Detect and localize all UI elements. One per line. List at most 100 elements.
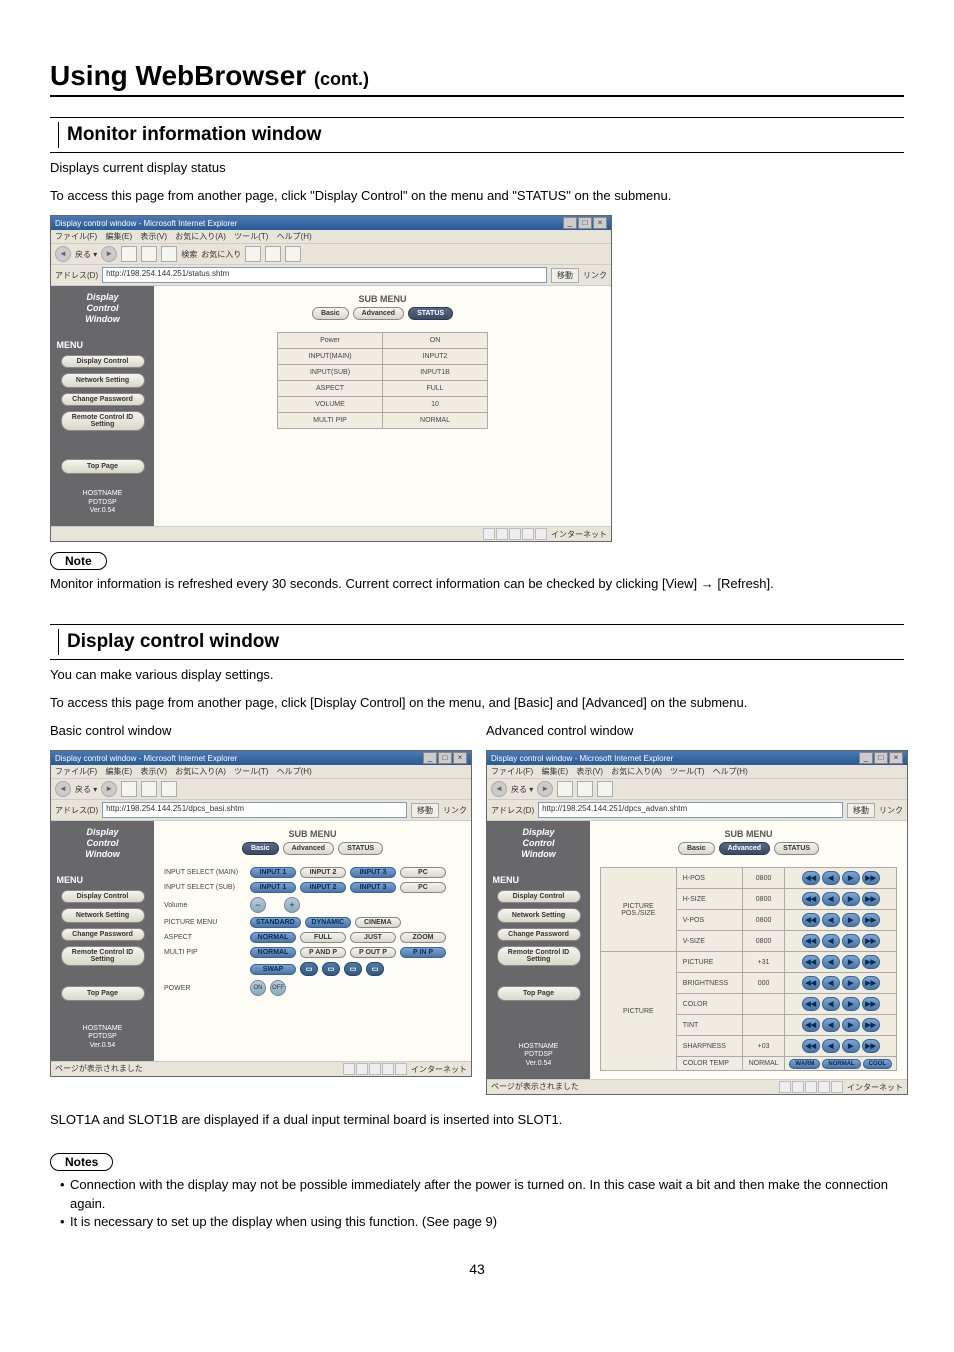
btn-hsize-fwd[interactable]: ▶ bbox=[842, 892, 860, 906]
btn-swap[interactable]: SWAP bbox=[250, 964, 296, 975]
btn-vsize-fwd[interactable]: ▶ bbox=[842, 934, 860, 948]
submenu-status[interactable]: STATUS bbox=[338, 842, 383, 855]
pip-layout-3-icon[interactable]: ▭ bbox=[344, 962, 362, 976]
btn-tint-ff[interactable]: ▶▶ bbox=[862, 1018, 880, 1032]
submenu-advanced[interactable]: Advanced bbox=[719, 842, 770, 855]
submenu-status[interactable]: STATUS bbox=[408, 307, 453, 320]
btn-brightness-fwd[interactable]: ▶ bbox=[842, 976, 860, 990]
address-input[interactable]: http://198.254.144.251/dpcs_basi.shtm bbox=[102, 802, 407, 818]
btn-brightness-back[interactable]: ◀ bbox=[822, 976, 840, 990]
stop-icon[interactable] bbox=[557, 781, 573, 797]
btn-picture-fwd[interactable]: ▶ bbox=[842, 955, 860, 969]
menu-tools[interactable]: ツール(T) bbox=[234, 767, 268, 776]
btn-pc-sub[interactable]: PC bbox=[400, 882, 446, 893]
menu-file[interactable]: ファイル(F) bbox=[55, 767, 97, 776]
sidebar-top-page[interactable]: Top Page bbox=[61, 459, 145, 474]
sidebar-item-display-control[interactable]: Display Control bbox=[61, 890, 145, 903]
btn-normal-temp[interactable]: NORMAL bbox=[822, 1059, 860, 1069]
go-button[interactable]: 移動 bbox=[551, 268, 579, 283]
sidebar-item-password[interactable]: Change Password bbox=[61, 928, 145, 941]
btn-cinema[interactable]: CINEMA bbox=[355, 917, 401, 928]
pip-layout-4-icon[interactable]: ▭ bbox=[366, 962, 384, 976]
back-button[interactable]: ◄ bbox=[55, 246, 71, 262]
btn-input1-sub[interactable]: INPUT 1 bbox=[250, 882, 296, 893]
btn-tint-fwd[interactable]: ▶ bbox=[842, 1018, 860, 1032]
home-icon[interactable] bbox=[161, 246, 177, 262]
sidebar-item-password[interactable]: Change Password bbox=[497, 928, 581, 941]
btn-color-rewind[interactable]: ◀◀ bbox=[802, 997, 820, 1011]
btn-pinp[interactable]: P IN P bbox=[400, 947, 446, 958]
btn-picture-ff[interactable]: ▶▶ bbox=[862, 955, 880, 969]
btn-input2-sub[interactable]: INPUT 2 bbox=[300, 882, 346, 893]
btn-normal[interactable]: NORMAL bbox=[250, 932, 296, 943]
btn-vpos-back[interactable]: ◀ bbox=[822, 913, 840, 927]
back-button[interactable]: ◄ bbox=[55, 781, 71, 797]
btn-vsize-rewind[interactable]: ◀◀ bbox=[802, 934, 820, 948]
stop-icon[interactable] bbox=[121, 246, 137, 262]
pip-layout-2-icon[interactable]: ▭ bbox=[322, 962, 340, 976]
btn-warm[interactable]: WARM bbox=[789, 1059, 820, 1069]
btn-brightness-ff[interactable]: ▶▶ bbox=[862, 976, 880, 990]
go-button[interactable]: 移動 bbox=[411, 803, 439, 818]
close-icon[interactable]: × bbox=[593, 217, 607, 229]
btn-cool[interactable]: COOL bbox=[863, 1059, 892, 1069]
btn-input3-sub[interactable]: INPUT 3 bbox=[350, 882, 396, 893]
pip-layout-1-icon[interactable]: ▭ bbox=[300, 962, 318, 976]
menu-view[interactable]: 表示(V) bbox=[140, 767, 167, 776]
btn-input2-main[interactable]: INPUT 2 bbox=[300, 867, 346, 878]
links-label[interactable]: リンク bbox=[583, 270, 607, 281]
menu-file[interactable]: ファイル(F) bbox=[491, 767, 533, 776]
menu-view[interactable]: 表示(V) bbox=[140, 232, 167, 241]
menu-tools[interactable]: ツール(T) bbox=[670, 767, 704, 776]
btn-tint-back[interactable]: ◀ bbox=[822, 1018, 840, 1032]
menu-fav[interactable]: お気に入り(A) bbox=[175, 767, 226, 776]
btn-vpos-ff[interactable]: ▶▶ bbox=[862, 913, 880, 927]
btn-zoom[interactable]: ZOOM bbox=[400, 932, 446, 943]
btn-hpos-fwd[interactable]: ▶ bbox=[842, 871, 860, 885]
btn-power-on[interactable]: ON bbox=[250, 980, 266, 996]
sidebar-item-display-control[interactable]: Display Control bbox=[497, 890, 581, 903]
btn-pip-normal[interactable]: NORMAL bbox=[250, 947, 296, 958]
btn-hsize-rewind[interactable]: ◀◀ bbox=[802, 892, 820, 906]
refresh-icon[interactable] bbox=[577, 781, 593, 797]
btn-pandp[interactable]: P AND P bbox=[300, 947, 346, 958]
refresh-icon[interactable] bbox=[141, 246, 157, 262]
btn-sharpness-back[interactable]: ◀ bbox=[822, 1039, 840, 1053]
btn-sharpness-rewind[interactable]: ◀◀ bbox=[802, 1039, 820, 1053]
back-button[interactable]: ◄ bbox=[491, 781, 507, 797]
close-icon[interactable]: × bbox=[453, 752, 467, 764]
sidebar-item-network[interactable]: Network Setting bbox=[497, 908, 581, 923]
sidebar-item-network[interactable]: Network Setting bbox=[61, 373, 145, 388]
btn-sharpness-fwd[interactable]: ▶ bbox=[842, 1039, 860, 1053]
stop-icon[interactable] bbox=[121, 781, 137, 797]
sidebar-item-remote[interactable]: Remote Control ID Setting bbox=[61, 411, 145, 431]
btn-vol-up[interactable]: + bbox=[284, 897, 300, 913]
minimize-icon[interactable]: _ bbox=[563, 217, 577, 229]
submenu-status[interactable]: STATUS bbox=[774, 842, 819, 855]
menu-fav[interactable]: お気に入り(A) bbox=[611, 767, 662, 776]
btn-picture-back[interactable]: ◀ bbox=[822, 955, 840, 969]
btn-just[interactable]: JUST bbox=[350, 932, 396, 943]
sidebar-top-page[interactable]: Top Page bbox=[497, 986, 581, 1001]
maximize-icon[interactable]: □ bbox=[438, 752, 452, 764]
menu-edit[interactable]: 編集(E) bbox=[105, 767, 132, 776]
btn-hsize-back[interactable]: ◀ bbox=[822, 892, 840, 906]
sidebar-item-network[interactable]: Network Setting bbox=[61, 908, 145, 923]
btn-hsize-ff[interactable]: ▶▶ bbox=[862, 892, 880, 906]
btn-picture-rewind[interactable]: ◀◀ bbox=[802, 955, 820, 969]
print-icon[interactable] bbox=[285, 246, 301, 262]
minimize-icon[interactable]: _ bbox=[859, 752, 873, 764]
home-icon[interactable] bbox=[161, 781, 177, 797]
menu-help[interactable]: ヘルプ(H) bbox=[277, 232, 312, 241]
submenu-advanced[interactable]: Advanced bbox=[283, 842, 334, 855]
btn-full[interactable]: FULL bbox=[300, 932, 346, 943]
history-icon[interactable] bbox=[245, 246, 261, 262]
menu-help[interactable]: ヘルプ(H) bbox=[713, 767, 748, 776]
maximize-icon[interactable]: □ bbox=[874, 752, 888, 764]
close-icon[interactable]: × bbox=[889, 752, 903, 764]
btn-vol-down[interactable]: − bbox=[250, 897, 266, 913]
btn-hpos-ff[interactable]: ▶▶ bbox=[862, 871, 880, 885]
sidebar-item-display-control[interactable]: Display Control bbox=[61, 355, 145, 368]
btn-hpos-back[interactable]: ◀ bbox=[822, 871, 840, 885]
mail-icon[interactable] bbox=[265, 246, 281, 262]
